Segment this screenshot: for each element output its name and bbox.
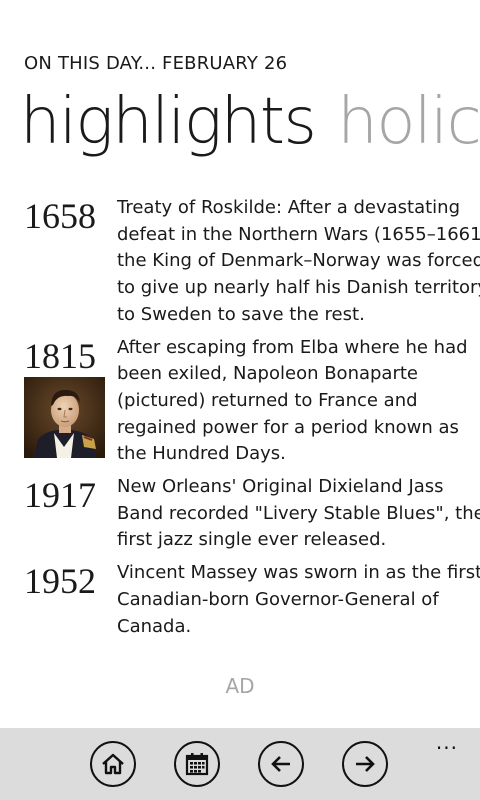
event-text-line: Canada. [117,615,192,637]
event-description: Treaty of Roskilde: After a devastating … [117,195,480,329]
event-item: 1917 New Orleans' Original Dixieland Jas… [24,474,480,554]
event-year: 1658 [24,196,96,236]
event-item: 1815 After escaping from Elba where he h… [24,335,480,469]
napoleon-portrait-image[interactable] [24,376,105,458]
event-item: 1952 Vincent Massey was sworn in as the … [24,560,480,640]
event-item: 1658 Treaty of Roskilde: After a devasta… [24,195,480,329]
pivot-item-highlights[interactable]: highlights [20,85,317,159]
event-description: Vincent Massey was sworn in as the first… [117,560,480,640]
event-description: After escaping from Elba where he had be… [117,335,480,469]
event-text-line: been exiled, Napoleon Bonaparte [117,363,418,385]
more-options-button[interactable]: ... [436,732,458,752]
event-text-line: Canadian-born Governor-General of [117,588,439,610]
event-year: 1917 [24,475,96,516]
forward-arrow-icon [356,756,375,772]
event-year: 1815 [24,335,96,376]
event-text-line: to Sweden to save the rest. [117,303,365,325]
app-bar: ... [0,728,480,800]
event-description: New Orleans' Original Dixieland Jass Ban… [117,474,480,554]
event-text-line: Treaty of Roskilde: After a devastating [117,197,461,218]
pivot-item-holidays[interactable]: holic [337,85,480,159]
event-text-line: to give up nearly half his Danish territ… [117,277,480,299]
event-left-column: 1815 [24,335,117,458]
event-text-line: the King of Denmark–Norway was forced [117,250,480,272]
event-text-line: first jazz single ever released. [117,529,387,551]
ad-placeholder[interactable]: AD [0,674,480,698]
page-subtitle: ON THIS DAY... FEBRUARY 26 [24,53,288,74]
back-button[interactable] [258,741,304,787]
event-text-line: After escaping from Elba where he had [117,336,468,358]
event-text-line: the Hundred Days. [117,443,286,465]
event-text-line: Band recorded "Livery Stable Blues", the [117,502,480,524]
event-text-line: regained power for a period known as [117,416,459,438]
event-left-column: 1658 [24,195,117,236]
event-left-column: 1952 [24,560,117,601]
event-year: 1952 [24,561,96,602]
forward-button[interactable] [342,741,388,787]
event-text-line: Vincent Massey was sworn in as the first [117,562,480,584]
event-text-line: (pictured) returned to France and [117,389,418,411]
back-arrow-icon [271,756,290,772]
events-list: 1658 Treaty of Roskilde: After a devasta… [24,195,480,646]
calendar-icon [185,753,209,776]
event-left-column: 1917 [24,474,117,515]
home-icon [102,753,124,775]
home-button[interactable] [90,741,136,787]
pivot-header: highlights holic [20,78,480,166]
event-text-line: New Orleans' Original Dixieland Jass [117,476,444,498]
app-page: ON THIS DAY... FEBRUARY 26 highlights hol… [0,0,480,800]
calendar-button[interactable] [174,741,220,787]
event-text-line: defeat in the Northern Wars (1655–1661), [117,223,480,245]
